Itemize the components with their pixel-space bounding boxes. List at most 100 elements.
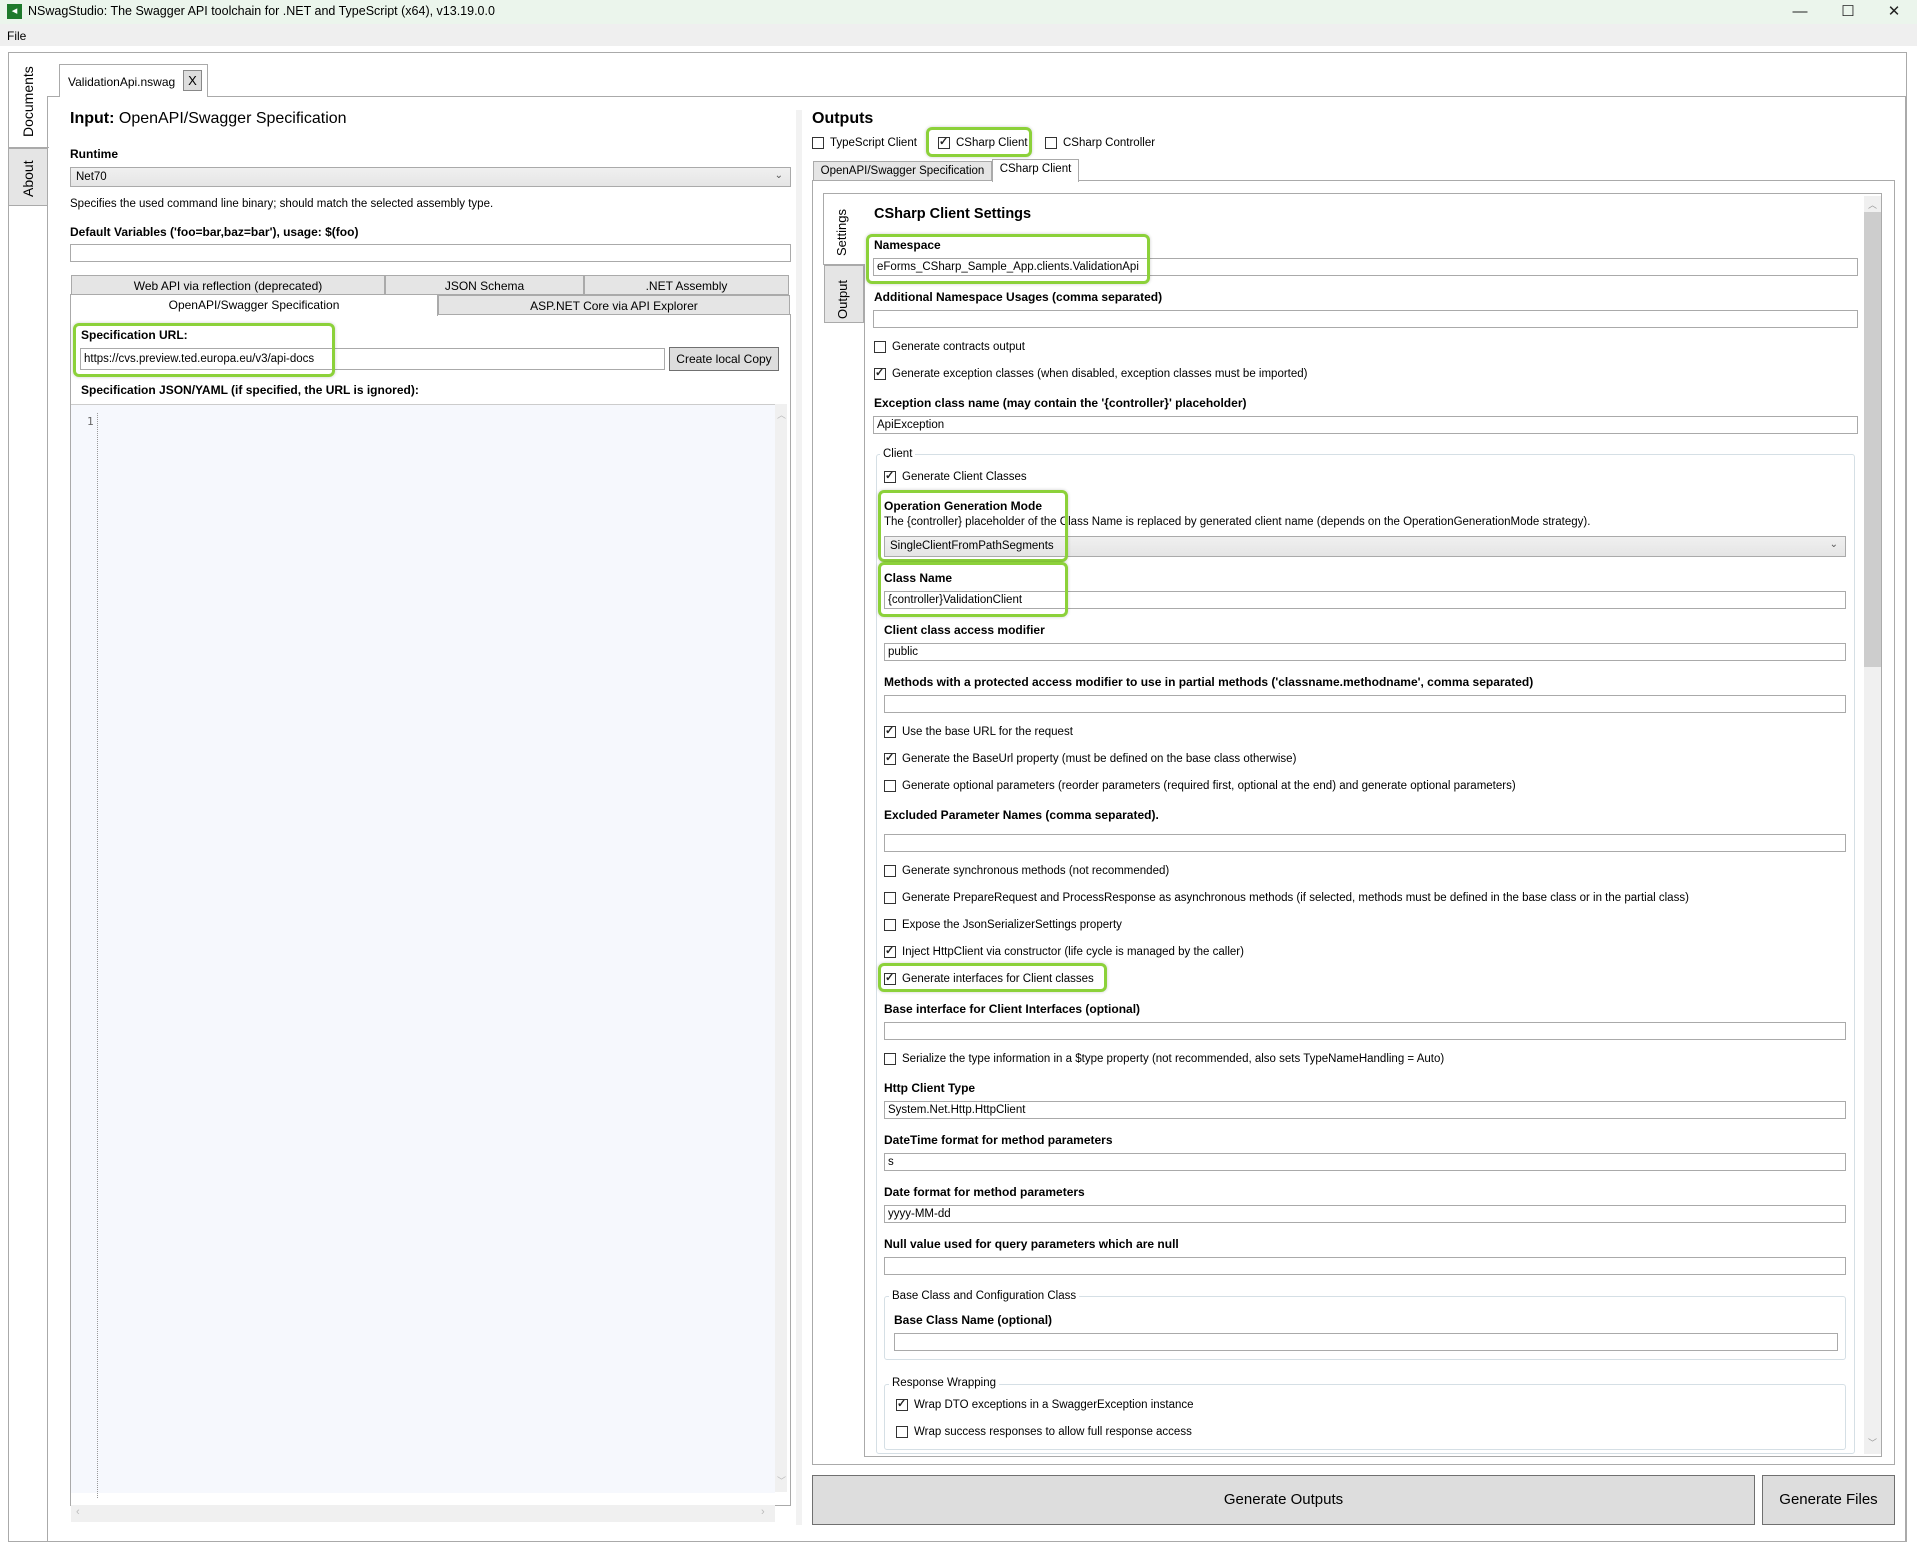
checkbox-csharp-controller[interactable] bbox=[1045, 137, 1057, 149]
checkbox-serialize-type[interactable] bbox=[884, 1053, 896, 1065]
scroll-down-icon[interactable]: ﹀ bbox=[777, 1474, 786, 1487]
scroll-up-icon[interactable]: ︿ bbox=[1868, 198, 1877, 211]
settings-scrollbar[interactable]: ︿ ﹀ bbox=[1864, 196, 1881, 1454]
vtab-output[interactable]: Output bbox=[824, 265, 864, 323]
editor-horizontal-scrollbar[interactable]: ‹ › bbox=[71, 1505, 775, 1522]
settings-scroll-thumb[interactable] bbox=[1864, 212, 1881, 667]
checkbox-generate-exceptions[interactable] bbox=[874, 366, 886, 380]
inject-http-client-option[interactable]: Inject HttpClient via constructor (life … bbox=[884, 944, 1244, 958]
panel-splitter[interactable] bbox=[796, 110, 802, 1525]
null-value-label: Null value used for query parameters whi… bbox=[884, 1237, 1179, 1251]
side-tab-documents[interactable]: Documents bbox=[8, 52, 49, 148]
scroll-up-icon[interactable]: ︿ bbox=[777, 408, 786, 421]
output-typescript-client[interactable]: TypeScript Client bbox=[812, 137, 917, 149]
side-tab-about[interactable]: About bbox=[8, 148, 48, 206]
additional-namespace-input[interactable] bbox=[873, 310, 1858, 328]
response-wrapping-legend: Response Wrapping bbox=[889, 1377, 999, 1389]
outputs-heading: Outputs bbox=[812, 110, 874, 127]
checkbox-wrap-dto[interactable] bbox=[896, 1397, 908, 1411]
output-csharp-controller[interactable]: CSharp Controller bbox=[1045, 137, 1155, 149]
menu-bar: File bbox=[0, 24, 1917, 46]
checkbox-wrap-success[interactable] bbox=[896, 1426, 908, 1438]
scroll-right-icon[interactable]: › bbox=[761, 1506, 765, 1518]
tab-web-api-reflection[interactable]: Web API via reflection (deprecated) bbox=[71, 275, 385, 295]
generate-outputs-button[interactable]: Generate Outputs bbox=[812, 1475, 1755, 1525]
runtime-select-value: Net70 bbox=[76, 171, 107, 183]
output-csharp-client[interactable]: CSharp Client bbox=[938, 135, 1028, 149]
minimize-icon[interactable]: — bbox=[1777, 0, 1823, 24]
generate-exceptions-option[interactable]: Generate exception classes (when disable… bbox=[874, 366, 1308, 380]
checkbox-generate-client-classes[interactable] bbox=[884, 469, 896, 483]
use-base-url-option[interactable]: Use the base URL for the request bbox=[884, 724, 1073, 738]
excluded-params-input[interactable] bbox=[884, 834, 1846, 852]
vtab-settings[interactable]: Settings bbox=[823, 193, 865, 265]
class-name-input[interactable]: {controller}ValidationClient bbox=[884, 591, 1846, 609]
checkbox-expose-json-settings[interactable] bbox=[884, 919, 896, 931]
sync-methods-option[interactable]: Generate synchronous methods (not recomm… bbox=[884, 865, 1169, 877]
client-group-legend: Client bbox=[880, 448, 916, 460]
expose-json-settings-option[interactable]: Expose the JsonSerializerSettings proper… bbox=[884, 919, 1122, 931]
close-icon[interactable]: ✕ bbox=[1871, 0, 1917, 24]
runtime-select[interactable]: Net70 ⌄ bbox=[70, 167, 791, 187]
base-interface-input[interactable] bbox=[884, 1022, 1846, 1040]
date-format-input[interactable]: yyyy-MM-dd bbox=[884, 1205, 1846, 1223]
checkbox-use-base-url[interactable] bbox=[884, 724, 896, 738]
tab-net-assembly[interactable]: .NET Assembly bbox=[584, 275, 789, 295]
wrap-dto-option[interactable]: Wrap DTO exceptions in a SwaggerExceptio… bbox=[896, 1397, 1194, 1411]
checkbox-generate-interfaces[interactable] bbox=[884, 971, 896, 985]
default-variables-input[interactable] bbox=[70, 244, 791, 262]
generate-base-url-option[interactable]: Generate the BaseUrl property (must be d… bbox=[884, 751, 1296, 765]
maximize-icon[interactable]: ☐ bbox=[1825, 0, 1871, 24]
datetime-format-input[interactable]: s bbox=[884, 1153, 1846, 1171]
tab-output-csharp-client[interactable]: CSharp Client bbox=[992, 159, 1079, 182]
spec-url-input[interactable]: https://cvs.preview.ted.europa.eu/v3/api… bbox=[80, 348, 665, 370]
close-document-button[interactable]: X bbox=[183, 70, 202, 91]
additional-namespace-label: Additional Namespace Usages (comma separ… bbox=[874, 290, 1163, 304]
checkbox-typescript-client[interactable] bbox=[812, 137, 824, 149]
document-tab[interactable]: ValidationApi.nswag X bbox=[59, 64, 208, 97]
menu-file[interactable]: File bbox=[7, 29, 26, 43]
checkbox-csharp-client[interactable] bbox=[938, 135, 950, 149]
checkbox-prepare-async[interactable] bbox=[884, 892, 896, 904]
operation-mode-value: SingleClientFromPathSegments bbox=[890, 540, 1054, 552]
exception-class-input[interactable]: ApiException bbox=[873, 416, 1858, 434]
tab-aspnet-core-api-explorer[interactable]: ASP.NET Core via API Explorer bbox=[438, 295, 790, 315]
scroll-left-icon[interactable]: ‹ bbox=[76, 1506, 80, 1518]
base-class-name-input[interactable] bbox=[894, 1333, 1838, 1351]
wrap-success-option[interactable]: Wrap success responses to allow full res… bbox=[896, 1426, 1192, 1438]
tab-output-openapi[interactable]: OpenAPI/Swagger Specification bbox=[813, 161, 992, 181]
checkbox-inject-http-client[interactable] bbox=[884, 944, 896, 958]
class-name-label: Class Name bbox=[884, 571, 953, 585]
serialize-type-option[interactable]: Serialize the type information in a $typ… bbox=[884, 1053, 1444, 1065]
tab-openapi-spec[interactable]: OpenAPI/Swagger Specification bbox=[70, 294, 438, 316]
checkbox-generate-optional[interactable] bbox=[884, 780, 896, 792]
operation-mode-select[interactable]: SingleClientFromPathSegments ⌄ bbox=[884, 536, 1846, 557]
generate-client-classes-option[interactable]: Generate Client Classes bbox=[884, 469, 1027, 483]
excluded-params-label: Excluded Parameter Names (comma separate… bbox=[884, 808, 1159, 822]
date-format-label: Date format for method parameters bbox=[884, 1185, 1085, 1199]
http-client-type-input[interactable]: System.Net.Http.HttpClient bbox=[884, 1101, 1846, 1119]
base-interface-label: Base interface for Client Interfaces (op… bbox=[884, 1002, 1141, 1016]
create-local-copy-button[interactable]: Create local Copy bbox=[669, 347, 779, 371]
checkbox-sync-methods[interactable] bbox=[884, 865, 896, 877]
generate-optional-option[interactable]: Generate optional parameters (reorder pa… bbox=[884, 780, 1516, 792]
protected-methods-input[interactable] bbox=[884, 695, 1846, 713]
editor-vertical-scrollbar[interactable]: ︿ ﹀ bbox=[775, 404, 787, 1492]
prepare-async-option[interactable]: Generate PrepareRequest and ProcessRespo… bbox=[884, 892, 1689, 904]
tab-json-schema[interactable]: JSON Schema bbox=[385, 275, 584, 295]
access-modifier-label: Client class access modifier bbox=[884, 623, 1045, 637]
spec-json-editor[interactable]: 1 bbox=[71, 404, 775, 1498]
generate-contracts-option[interactable]: Generate contracts output bbox=[874, 341, 1025, 353]
checkbox-generate-contracts[interactable] bbox=[874, 341, 886, 353]
access-modifier-input[interactable]: public bbox=[884, 643, 1846, 661]
null-value-input[interactable] bbox=[884, 1257, 1846, 1275]
generate-interfaces-option[interactable]: Generate interfaces for Client classes bbox=[884, 971, 1094, 985]
exception-class-label: Exception class name (may contain the '{… bbox=[874, 396, 1247, 410]
namespace-input[interactable]: eForms_CSharp_Sample_App.clients.Validat… bbox=[873, 258, 1858, 276]
generate-files-button[interactable]: Generate Files bbox=[1762, 1475, 1895, 1525]
chevron-down-icon: ⌄ bbox=[1829, 539, 1838, 550]
checkbox-generate-base-url[interactable] bbox=[884, 751, 896, 765]
scroll-down-icon[interactable]: ﹀ bbox=[1868, 1436, 1877, 1449]
side-tab-documents-label: Documents bbox=[20, 66, 36, 137]
editor-gutter-line bbox=[97, 413, 98, 1498]
